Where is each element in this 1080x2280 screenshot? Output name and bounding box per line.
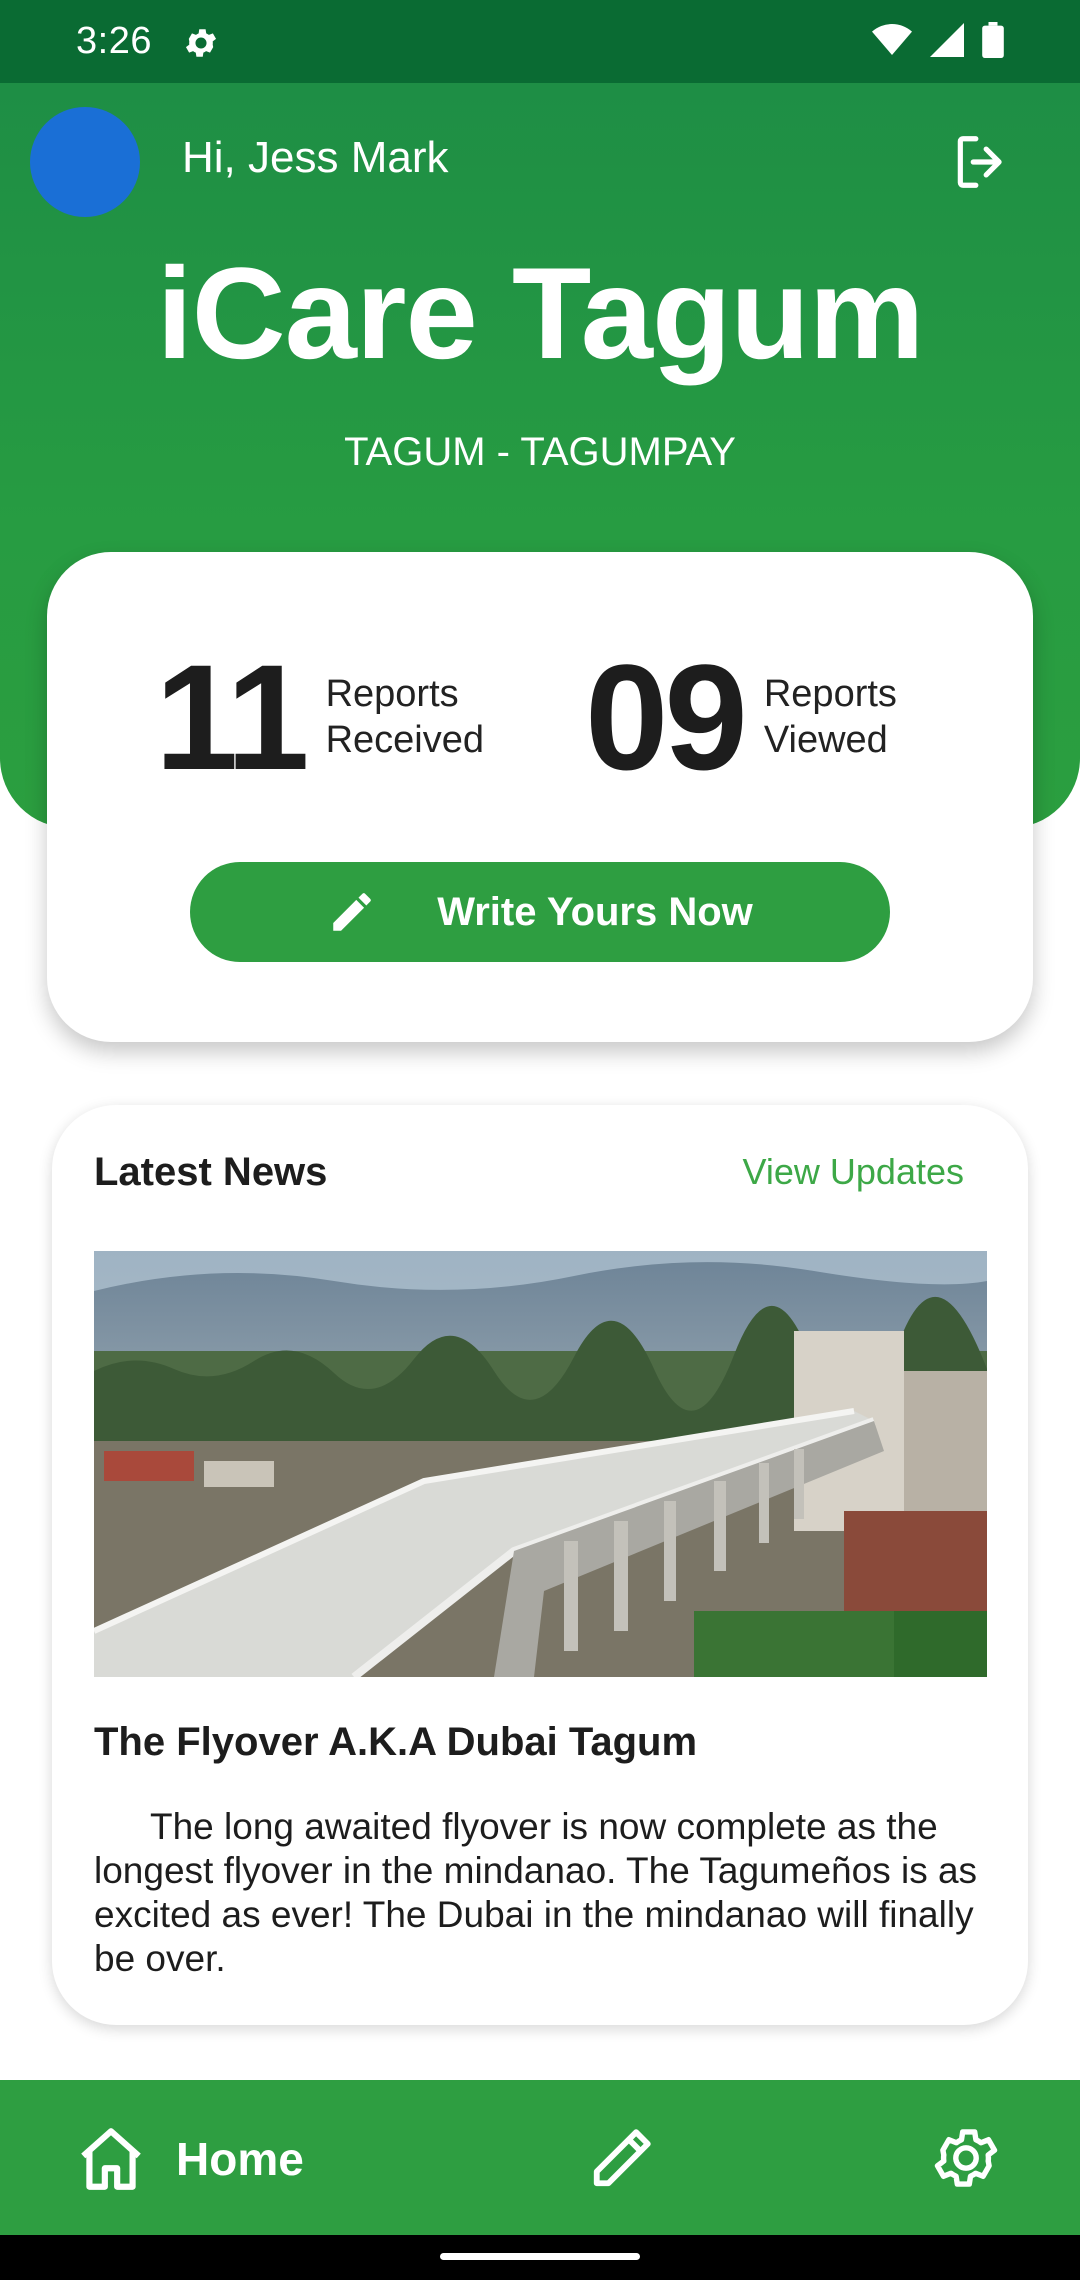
avatar[interactable] <box>30 107 140 217</box>
reports-viewed-label-line2: Viewed <box>763 719 888 761</box>
latest-news-card: Latest News View Updates The Flyover A.K… <box>52 1105 1028 2025</box>
news-headline[interactable]: The Flyover A.K.A Dubai Tagum <box>94 1720 697 1765</box>
signal-icon <box>930 23 964 57</box>
nav-write-pencil-icon[interactable] <box>588 2122 658 2192</box>
gesture-bar <box>0 2235 1080 2280</box>
reports-received-label-line2: Received <box>325 719 484 761</box>
flyover-photo <box>94 1251 987 1677</box>
home-icon <box>81 2128 141 2190</box>
greeting-text: Hi, Jess Mark <box>182 133 449 182</box>
app-subtitle: TAGUM - TAGUMPAY <box>344 430 736 474</box>
news-body: The long awaited flyover is now complete… <box>94 1806 978 1979</box>
view-updates-link[interactable]: View Updates <box>743 1151 964 1193</box>
logout-icon[interactable] <box>950 131 1012 193</box>
reports-viewed-label: Reports Viewed <box>764 671 897 763</box>
settings-status-icon <box>185 29 217 57</box>
reports-viewed-stat: 09 Reports Viewed <box>585 642 897 792</box>
reports-received-label-line1: Reports <box>325 673 459 715</box>
wifi-icon <box>872 24 912 55</box>
nav-settings-gear-icon[interactable] <box>930 2122 1002 2194</box>
latest-news-title: Latest News <box>94 1150 328 1194</box>
bottom-navigation: Home <box>0 2080 1080 2235</box>
pencil-icon <box>333 893 371 931</box>
app-title: iCare Tagum <box>156 240 925 386</box>
reports-stats-card: 11 Reports Received 09 Reports Viewed Wr… <box>47 552 1033 1042</box>
status-time: 3:26 <box>76 20 152 62</box>
status-icons <box>872 22 1004 58</box>
write-report-label: Write Yours Now <box>437 889 753 934</box>
write-report-button[interactable]: Write Yours Now <box>190 862 890 962</box>
reports-received-label: Reports Received <box>326 671 484 763</box>
news-image-flyover[interactable] <box>94 1251 987 1677</box>
battery-icon <box>982 22 1004 58</box>
reports-received-count: 11 <box>155 633 310 801</box>
reports-viewed-count: 09 <box>585 633 748 801</box>
home-gesture-pill[interactable] <box>440 2253 640 2260</box>
nav-home[interactable]: Home <box>74 2122 304 2196</box>
reports-received-stat: 11 Reports Received <box>155 642 484 792</box>
status-bar: 3:26 <box>0 0 1080 83</box>
reports-viewed-label-line1: Reports <box>763 673 897 715</box>
nav-home-label: Home <box>176 2133 304 2185</box>
